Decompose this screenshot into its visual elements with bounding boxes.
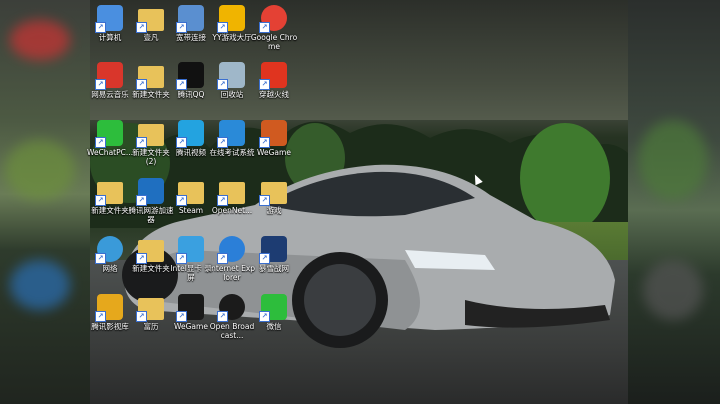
tencent-video-icon: ↗ — [176, 120, 204, 148]
blurred-shape — [643, 260, 703, 320]
folder-icon: ↗ — [217, 182, 245, 206]
desktop-icon-label: 微信 — [266, 322, 282, 331]
desktop-icon[interactable]: ↗ 在线考试系统 — [208, 120, 256, 157]
blurred-shape — [10, 260, 70, 310]
computer-icon: ↗ — [95, 5, 123, 33]
shortcut-arrow-icon: ↗ — [176, 195, 187, 206]
blurred-right-border — [628, 0, 720, 404]
folder-icon: ↗ — [136, 240, 164, 264]
shortcut-arrow-icon: ↗ — [217, 253, 228, 264]
video-library-icon: ↗ — [95, 294, 123, 322]
shortcut-arrow-icon: ↗ — [136, 79, 147, 90]
screen-recorder-icon: ↗ — [176, 236, 204, 264]
shortcut-arrow-icon: ↗ — [259, 253, 270, 264]
shortcut-arrow-icon: ↗ — [176, 79, 187, 90]
shortcut-arrow-icon: ↗ — [136, 253, 147, 264]
folder-icon: ↗ — [95, 182, 123, 206]
desktop-icon-label: WeGame — [257, 148, 291, 157]
desktop-icon-label: 穿越火线 — [259, 90, 289, 99]
exam-system-icon: ↗ — [217, 120, 245, 148]
shortcut-arrow-icon: ↗ — [259, 22, 270, 33]
shortcut-arrow-icon: ↗ — [217, 79, 228, 90]
desktop-icon[interactable]: ↗ 回收站 — [208, 62, 256, 99]
ie-icon: ↗ — [217, 236, 245, 264]
desktop-icon-label: YY游戏大厅 — [212, 33, 252, 42]
shortcut-arrow-icon: ↗ — [217, 311, 228, 322]
shortcut-arrow-icon: ↗ — [136, 137, 147, 148]
obs-icon: ↗ — [217, 294, 245, 322]
desktop-icon[interactable]: ↗ Google Chrome — [250, 5, 298, 51]
wegame-icon: ↗ — [259, 120, 287, 148]
shortcut-arrow-icon: ↗ — [176, 137, 187, 148]
desktop-icon[interactable]: ↗ 微信 — [250, 294, 298, 331]
chrome-icon: ↗ — [259, 5, 287, 33]
shortcut-arrow-icon: ↗ — [259, 137, 270, 148]
recycle-bin-icon: ↗ — [217, 62, 245, 90]
netease-music-icon: ↗ — [95, 62, 123, 90]
desktop-icon[interactable]: ↗ 穿越火线 — [250, 62, 298, 99]
shortcut-arrow-icon: ↗ — [95, 195, 106, 206]
desktop-icon-label: Open Broadcast... — [209, 322, 255, 340]
shortcut-arrow-icon: ↗ — [136, 195, 147, 206]
blurred-left-border — [0, 0, 90, 404]
desktop-icon-label: 在线考试系统 — [209, 148, 255, 157]
qq-penguin-icon: ↗ — [176, 62, 204, 90]
network-connection-icon: ↗ — [176, 5, 204, 33]
desktop-icon-label: 暴雪战网 — [259, 264, 289, 273]
shortcut-arrow-icon: ↗ — [259, 311, 270, 322]
blurred-shape — [638, 120, 708, 200]
desktop-icon-label: OpenNet... — [211, 206, 253, 215]
desktop-icon[interactable]: ↗ Open Broadcast... — [208, 294, 256, 340]
desktop-icon[interactable]: ↗ 游戏 — [250, 178, 298, 215]
desktop-icon[interactable]: ↗ 暴雪战网 — [250, 236, 298, 273]
desktop-icon[interactable]: ↗ OpenNet... — [208, 178, 256, 215]
folder-icon: ↗ — [136, 9, 164, 33]
wegame-icon: ↗ — [176, 294, 204, 322]
crossfire-icon: ↗ — [259, 62, 287, 90]
folder-icon: ↗ — [176, 182, 204, 206]
folder-icon: ↗ — [136, 124, 164, 148]
shortcut-arrow-icon: ↗ — [136, 22, 147, 33]
folder-icon: ↗ — [136, 298, 164, 322]
shortcut-arrow-icon: ↗ — [217, 137, 228, 148]
shortcut-arrow-icon: ↗ — [259, 195, 270, 206]
desktop-icon[interactable]: ↗ YY游戏大厅 — [208, 5, 256, 42]
shortcut-arrow-icon: ↗ — [95, 137, 106, 148]
game-accelerator-icon: ↗ — [136, 178, 164, 206]
desktop-icon[interactable]: ↗ WeGame — [250, 120, 298, 157]
desktop-icon-label: 回收站 — [220, 90, 244, 99]
shortcut-arrow-icon: ↗ — [217, 22, 228, 33]
yy-game-icon: ↗ — [217, 5, 245, 33]
network-globe-icon: ↗ — [95, 236, 123, 264]
desktop-icon-label: Internet Explorer — [208, 264, 256, 282]
shortcut-arrow-icon: ↗ — [176, 311, 187, 322]
wechat-icon: ↗ — [259, 294, 287, 322]
shortcut-arrow-icon: ↗ — [95, 311, 106, 322]
shortcut-arrow-icon: ↗ — [176, 22, 187, 33]
folder-icon: ↗ — [136, 66, 164, 90]
wechat-icon: ↗ — [95, 120, 123, 148]
battlenet-icon: ↗ — [259, 236, 287, 264]
shortcut-arrow-icon: ↗ — [95, 22, 106, 33]
shortcut-arrow-icon: ↗ — [136, 311, 147, 322]
shortcut-arrow-icon: ↗ — [95, 253, 106, 264]
blurred-shape — [5, 140, 75, 200]
desktop-icon-label: Google Chrome — [250, 33, 298, 51]
folder-icon: ↗ — [259, 182, 287, 206]
desktop-icon-label: 游戏 — [266, 206, 282, 215]
shortcut-arrow-icon: ↗ — [95, 79, 106, 90]
shortcut-arrow-icon: ↗ — [176, 253, 187, 264]
shortcut-arrow-icon: ↗ — [217, 195, 228, 206]
shortcut-arrow-icon: ↗ — [259, 79, 270, 90]
desktop-icon[interactable]: ↗ Internet Explorer — [208, 236, 256, 282]
blurred-shape — [10, 20, 70, 60]
